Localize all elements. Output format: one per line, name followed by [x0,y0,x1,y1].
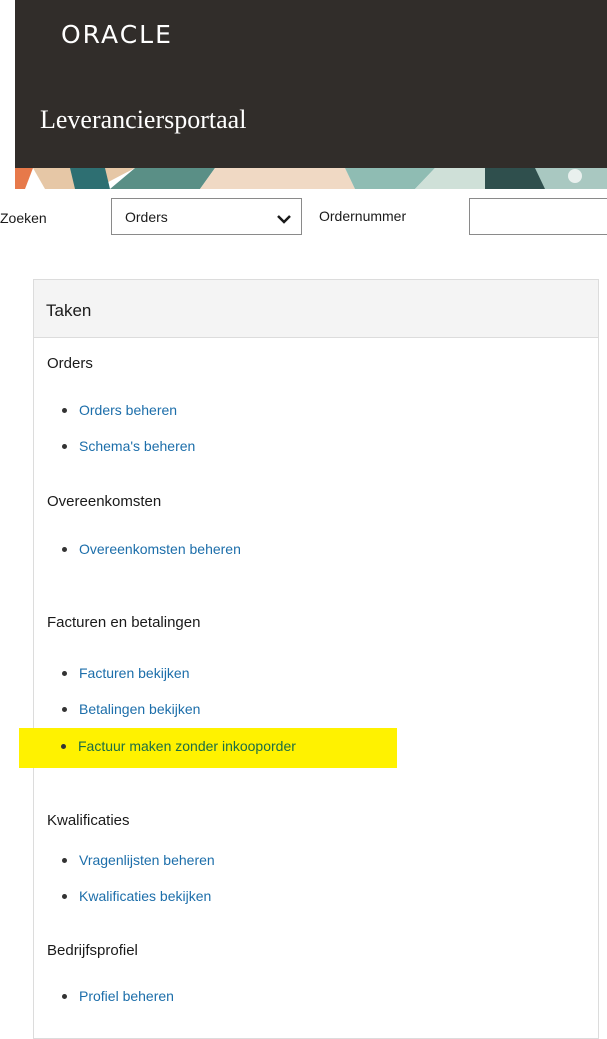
section-heading-overeenkomsten: Overeenkomsten [47,493,162,510]
header-banner-image [15,168,607,189]
chevron-down-icon [277,211,291,229]
bullet-icon [62,443,67,449]
task-link-betalingen-bekijken[interactable]: Betalingen bekijken [62,701,200,723]
bullet-icon [62,670,67,676]
section-heading-orders: Orders [47,355,93,372]
task-link-vragenlijsten-beheren[interactable]: Vragenlijsten beheren [62,852,215,874]
task-link-overeenkomsten-beheren[interactable]: Overeenkomsten beheren [62,541,241,563]
section-heading-facturen: Facturen en betalingen [47,614,201,631]
task-link-profiel-beheren[interactable]: Profiel beheren [62,988,174,1010]
bullet-icon [62,893,67,899]
bullet-icon [61,743,66,749]
portal-title: Leveranciersportaal [40,105,247,134]
task-label: Schema's beheren [79,438,196,454]
task-link-orders-beheren[interactable]: Orders beheren [62,402,177,424]
task-label: Vragenlijsten beheren [79,852,215,868]
task-label: Orders beheren [79,402,178,418]
app-header: ORACLE Leveranciersportaal [15,0,607,168]
task-link-facturen-bekijken[interactable]: Facturen bekijken [62,665,190,687]
section-heading-kwalificaties: Kwalificaties [47,812,130,829]
task-label: Facturen bekijken [79,665,190,681]
search-label: Zoeken [0,210,47,226]
bullet-icon [62,993,67,999]
search-type-value: Orders [125,209,168,225]
task-label: Overeenkomsten beheren [79,541,241,557]
task-label: Factuur maken zonder inkooporder [78,738,296,754]
search-bar: Zoeken Orders Ordernummer [0,196,607,242]
task-link-kwalificaties-bekijken[interactable]: Kwalificaties bekijken [62,888,211,910]
order-number-label: Ordernummer [319,208,407,224]
section-heading-bedrijfsprofiel: Bedrijfsprofiel [47,942,138,959]
tasks-panel-title: Taken [46,301,92,320]
task-label: Profiel beheren [79,988,174,1004]
tasks-panel: Taken Orders Orders beheren Schema's beh… [33,279,599,1039]
tasks-panel-header: Taken [34,280,598,338]
oracle-logo[interactable]: ORACLE [61,20,173,49]
task-label: Kwalificaties bekijken [79,888,212,904]
order-number-input[interactable] [469,198,607,235]
task-link-factuur-maken-zonder-inkooporder[interactable]: Factuur maken zonder inkooporder [61,738,296,760]
bullet-icon [62,706,67,712]
task-link-schemas-beheren[interactable]: Schema's beheren [62,438,195,460]
bullet-icon [62,407,67,413]
search-type-select[interactable]: Orders [111,198,302,235]
bullet-icon [62,857,67,863]
task-label: Betalingen bekijken [79,701,201,717]
bullet-icon [62,546,67,552]
